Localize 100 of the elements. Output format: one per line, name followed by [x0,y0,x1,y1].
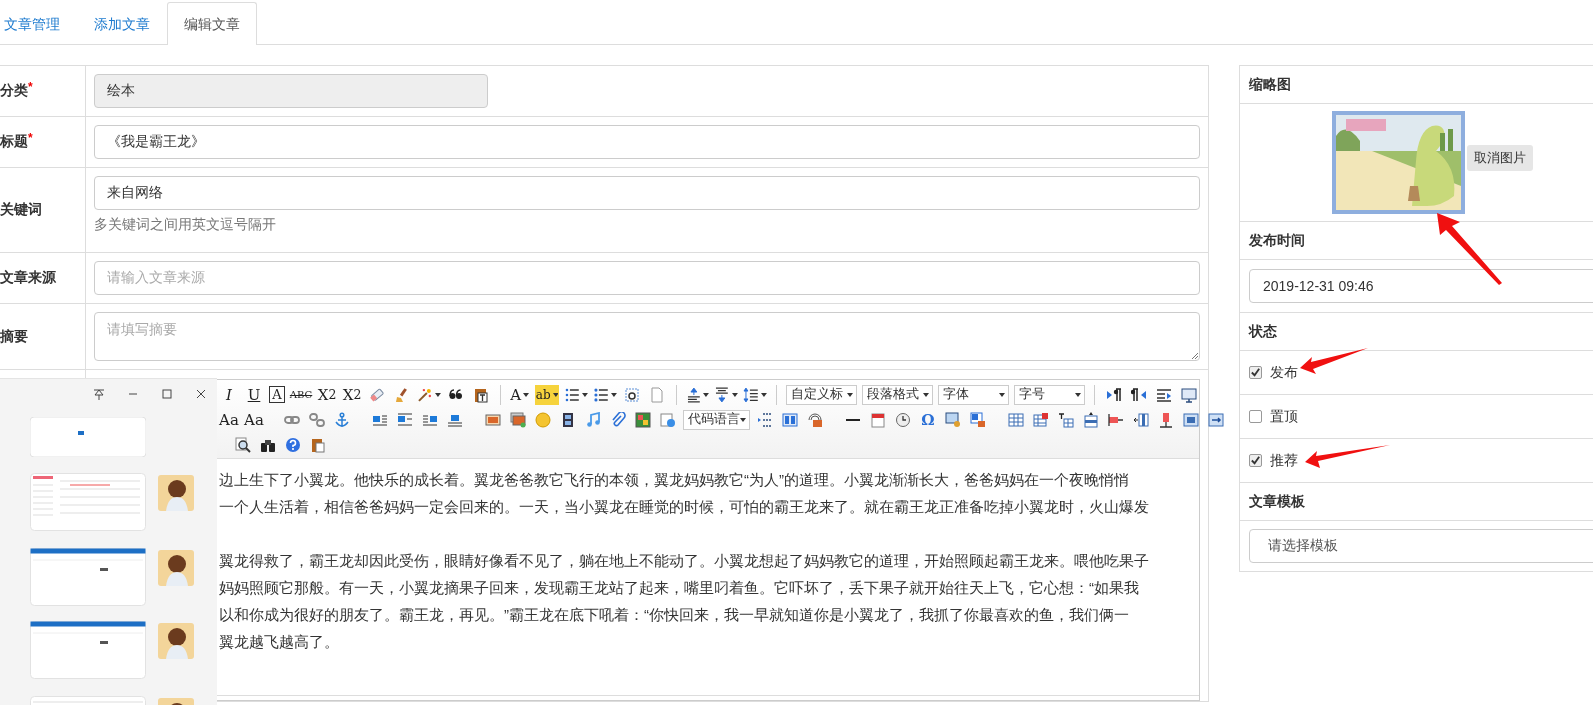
line-height-icon[interactable] [742,386,759,403]
spacing-bottom-icon[interactable] [714,386,731,403]
ordered-list-icon[interactable] [564,386,581,403]
italic-button[interactable]: I [219,384,239,405]
boxed-letter-button[interactable]: A [269,386,285,403]
rtl-icon[interactable] [1131,386,1147,403]
delete-table-icon[interactable] [1033,411,1049,428]
toolbar-dropdown[interactable]: 段落格式 [861,384,933,405]
paragraph-line: 妈妈照顾它那般。有一天，小翼龙摘果子回来，发现霸王龙站了起来，嘴里叼着鱼。它吓坏了，丢下果子就开始往天上飞，它心想：“如果我 [219,578,1139,598]
checkbox[interactable] [1249,410,1262,423]
film-icon[interactable] [560,411,576,428]
font-color-button[interactable]: A [509,384,530,405]
paragraph-line: 边上生下了小翼龙。他快乐的成长着。翼龙爸爸教它飞行的本领，翼龙妈妈教它“为人”的道理。小翼龙渐渐长大，爸爸妈妈在一个夜晚悄悄 [219,470,1129,490]
anchor-icon[interactable] [334,411,350,428]
omega-button[interactable]: Ω [918,409,938,430]
select-field[interactable]: 请选择模板 [1249,529,1593,563]
caret-icon [582,392,588,397]
avatar-icon [158,623,194,659]
table-icon[interactable] [1008,411,1024,428]
clock-icon[interactable] [895,411,911,428]
insert-column-icon[interactable] [1133,411,1149,428]
web-page-icon[interactable] [660,411,676,428]
merge-cells-icon[interactable] [1183,411,1199,428]
checkbox-label: 发布 [1270,363,1298,382]
checkbox-label: 置顶 [1270,407,1298,426]
avatar-icon [158,475,194,511]
font-size-up-button[interactable]: Aa [219,409,239,430]
word-doc-icon[interactable] [970,411,986,428]
paragraph-line: 一个人生活着，相信爸爸妈妈一定会回来的。一天，当小翼龙在睡觉的时候，可怕的霸王龙来了。就在霸王龙正准备吃掉小翼龙时，火山爆发 [219,497,1149,517]
strikethrough-button[interactable]: ABC [290,384,313,405]
spacing-top-icon[interactable] [685,386,702,403]
caret-icon [760,392,767,397]
delete-column-icon[interactable] [1158,411,1174,428]
help-icon[interactable] [285,436,301,453]
split-cells-icon[interactable] [1208,411,1224,428]
checkbox[interactable] [1249,454,1262,467]
magnifier-icon[interactable] [235,436,251,453]
delete-row-icon[interactable] [1108,411,1124,428]
screenshot-icon[interactable] [945,411,961,428]
remove-image-button[interactable]: 取消图片 [1467,144,1533,171]
table-caption-icon[interactable] [1058,411,1074,428]
insert-row-icon[interactable] [1083,411,1099,428]
paste-icon[interactable] [310,436,326,453]
caret-icon [703,392,710,397]
screenshot-thumbnail-drawing[interactable] [30,621,146,679]
page-break-icon[interactable] [757,411,773,428]
font-size-down-button[interactable]: Aa [244,409,264,430]
template-icon[interactable] [782,411,798,428]
caret-icon [732,392,738,397]
section-title: 缩略图 [1240,66,1593,104]
image-icon[interactable] [485,411,501,428]
field-label: 文章来源 [0,269,56,287]
field-label: 关键词 [0,201,42,219]
required-mark: * [28,131,33,145]
checkbox-label: 推荐 [1270,451,1298,470]
annotation-arrow [1437,213,1502,285]
paperclip-icon[interactable] [610,411,626,428]
word-image-icon[interactable] [807,411,823,428]
toolbar-dropdown[interactable]: 字号 [1013,384,1085,405]
paragraph-line: 翼龙越飞越高了。 [219,632,339,652]
calendar-icon[interactable] [870,411,886,428]
checkbox[interactable] [1249,366,1262,379]
input-field[interactable]: 《我是霸王龙》 [94,125,1200,159]
screenshot-thumbnail-drawing[interactable] [30,473,146,531]
music-note-icon[interactable] [585,411,601,428]
required-mark: * [28,80,33,94]
annotation-arrow [1300,348,1368,374]
toolbar-dropdown[interactable]: 字体 [937,384,1009,405]
images-icon[interactable] [510,411,526,428]
a-box-icon[interactable] [623,386,640,403]
caret-icon [434,392,441,397]
pin-icon[interactable] [93,388,105,400]
paste-text-icon[interactable] [472,386,489,403]
wand-icon[interactable] [417,386,433,403]
resize-handle-icon[interactable] [1190,351,1198,359]
unlink-icon[interactable] [309,411,325,428]
screenshot-thumbnail-drawing[interactable] [30,548,146,606]
tab[interactable]: 编辑文章 [167,2,257,45]
caret-icon [523,392,530,397]
ltr-icon[interactable] [1106,386,1122,403]
highlight-button[interactable]: ab [534,384,560,405]
indent-icon[interactable] [1156,386,1172,403]
paragraph-line: 翼龙得救了，霸王龙却因此受伤，眼睛好像看不见了，躺在地上不能动了。小翼龙想起了妈妈教它的道理，开始照顾起霸王龙来。喂他吃果子 [219,551,1149,571]
map-image-icon[interactable] [635,411,651,428]
section-title: 状态 [1240,313,1593,351]
close-icon[interactable] [195,388,207,400]
monitor-icon[interactable] [1181,386,1197,403]
tab[interactable]: 文章管理 [0,2,77,44]
screenshot-thumbnail-drawing[interactable] [30,417,146,457]
tab[interactable]: 添加文章 [77,2,167,44]
field-label: 分类 [0,82,28,100]
input-field[interactable]: 来自网络 [94,176,1200,210]
caret-icon [740,417,746,422]
bullet-list-icon[interactable] [592,386,609,403]
align-none-image-icon[interactable] [397,411,413,428]
underline-button[interactable]: U [244,384,264,405]
toolbar-dropdown[interactable]: 自定义标 [785,384,857,405]
toolbar-dropdown[interactable]: 代码语言 [683,409,750,430]
maximize-icon[interactable] [161,388,173,400]
datetime-field[interactable]: 2019-12-31 09:46 [1249,269,1593,303]
